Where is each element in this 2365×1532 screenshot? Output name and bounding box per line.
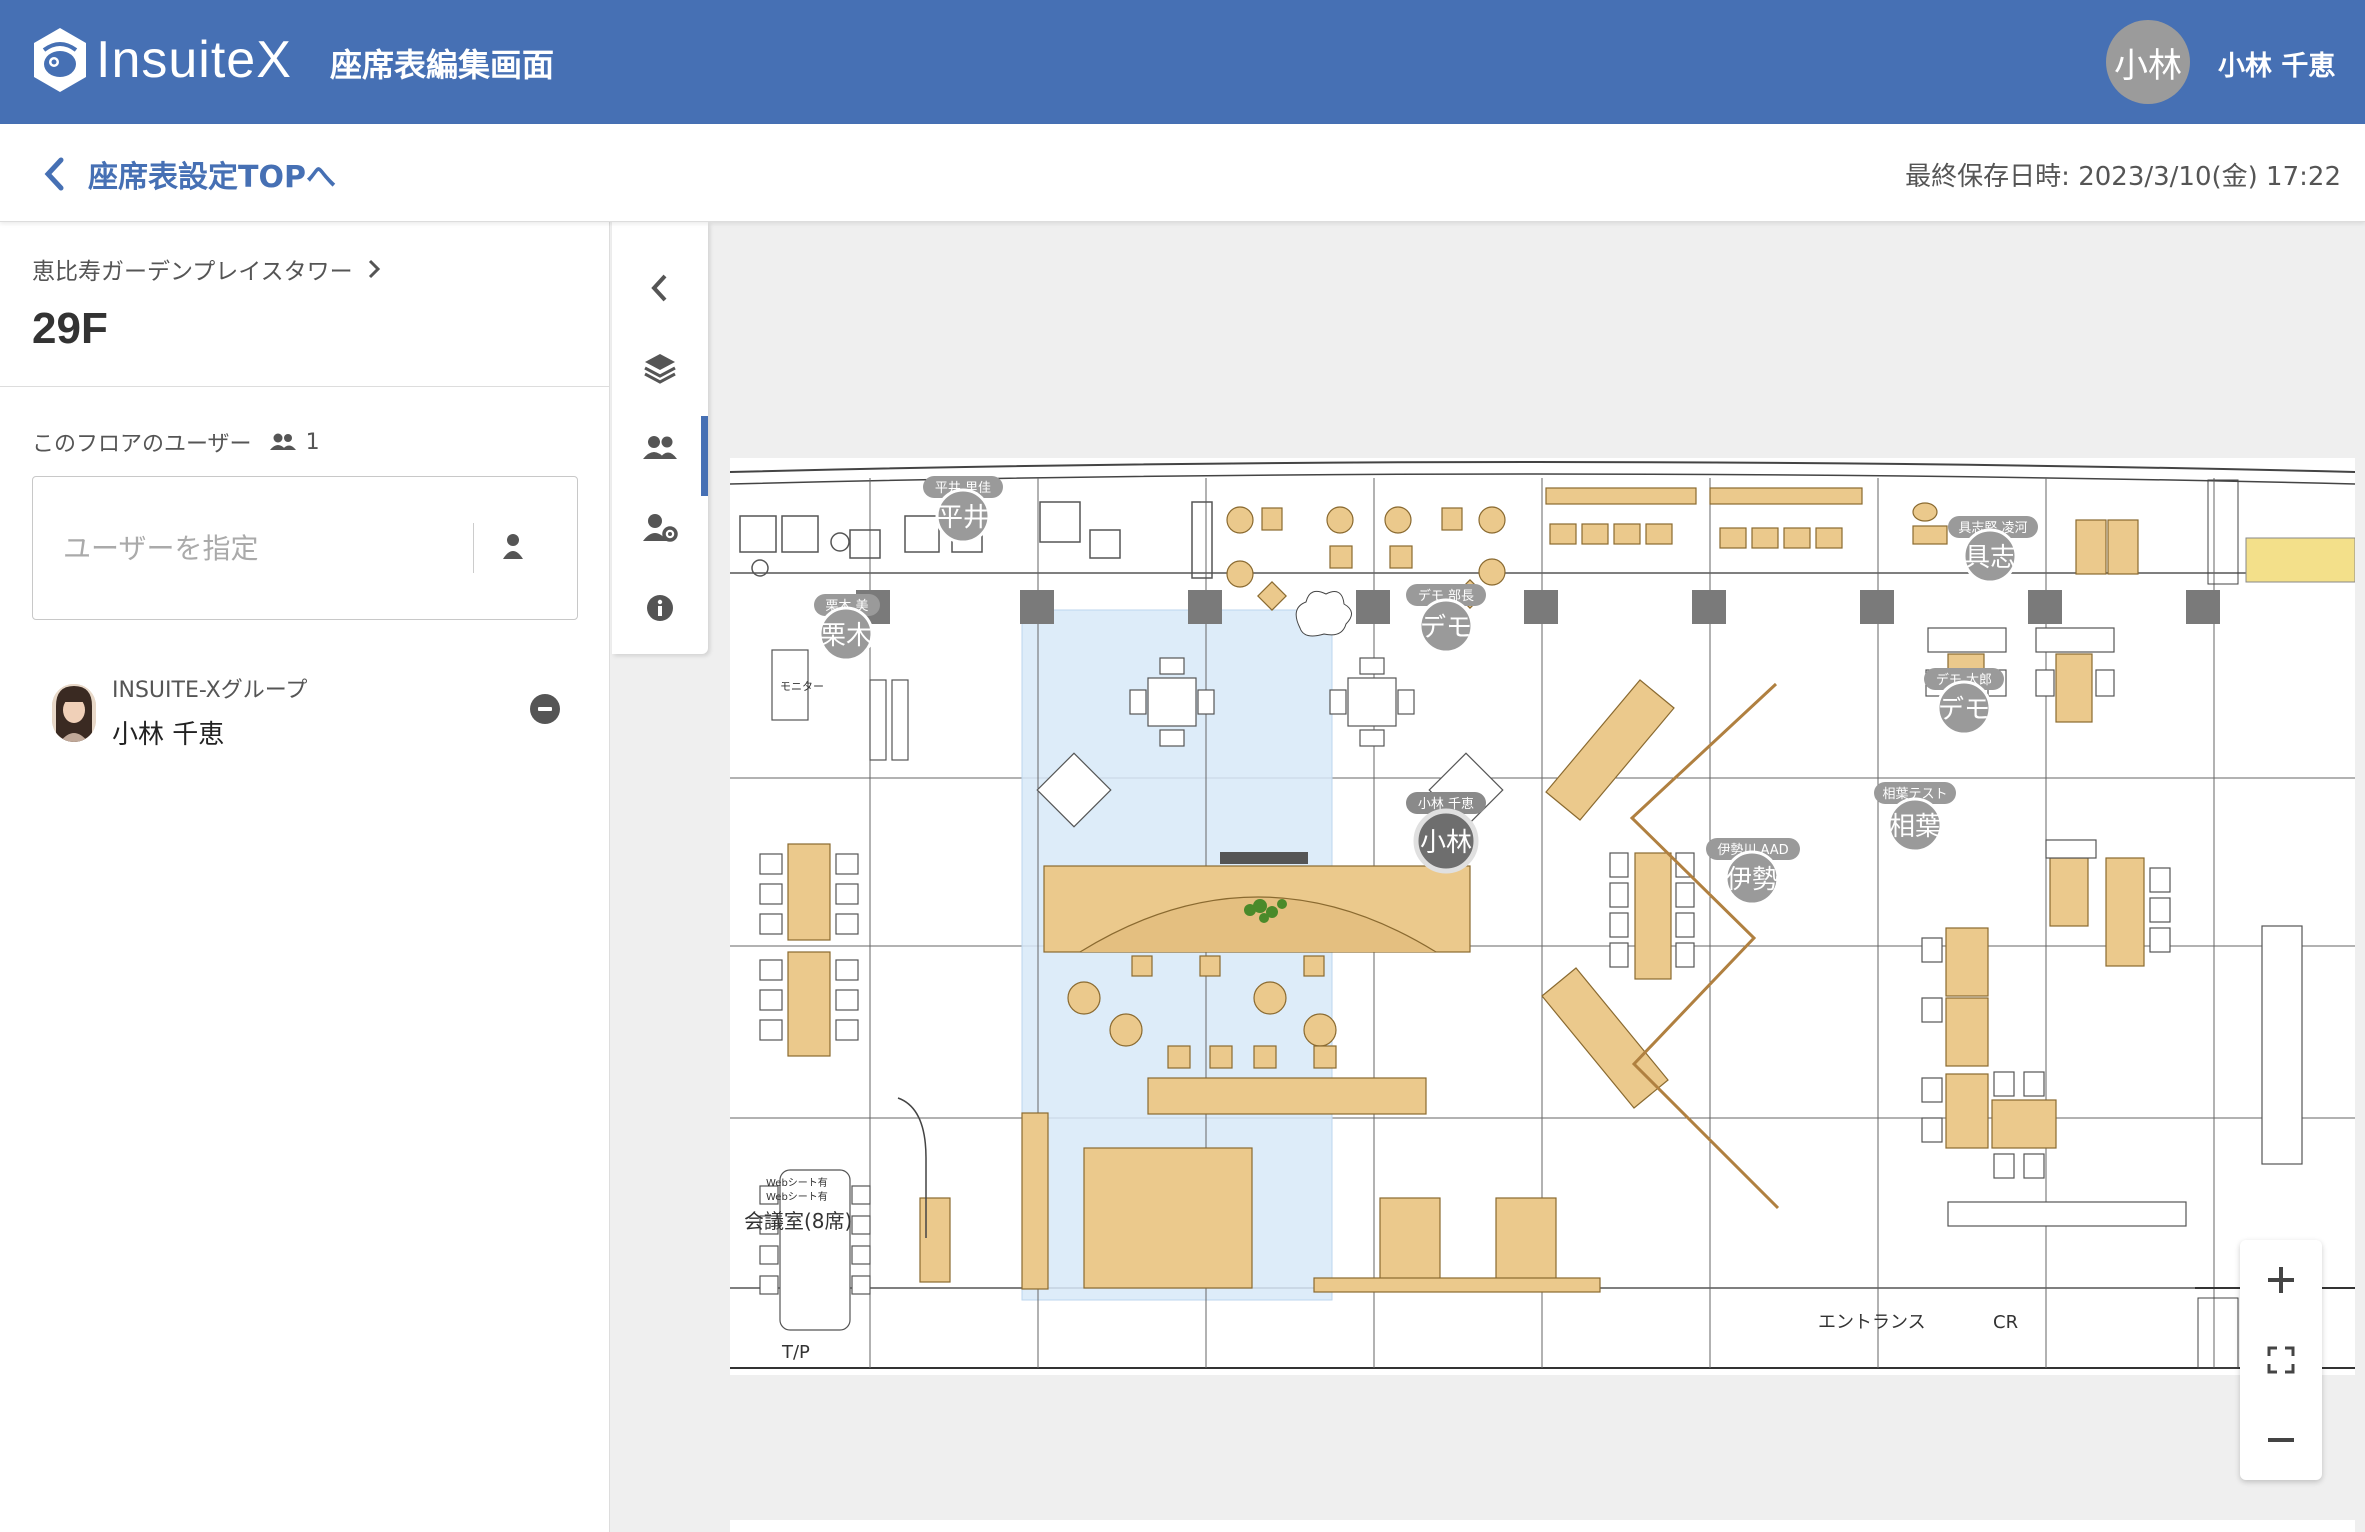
logo-text: InsuiteX (96, 31, 292, 89)
remove-user-button[interactable] (530, 694, 560, 724)
seat-pin[interactable]: 具志堅 凌河 具志 (1948, 516, 2038, 584)
app-header: InsuiteX 座席表編集画面 小林 小林 千恵 (0, 0, 2365, 124)
collapse-panel-button[interactable] (612, 256, 708, 320)
chevron-left-icon (44, 157, 64, 191)
minus-icon (538, 707, 552, 711)
user-name: 小林 千恵 (112, 720, 225, 750)
zoom-controls (2240, 1240, 2322, 1480)
floor-map[interactable]: 会議室(8席) エントランス T/P CR モニター Webシート有 Webシー… (730, 458, 2355, 1375)
user-settings-button[interactable] (612, 496, 708, 560)
divider (0, 386, 610, 387)
seat-pin[interactable]: 平井 里佳 平井 (923, 476, 1003, 544)
seat-pin-initial: 具志 (1964, 543, 2016, 573)
building-selector[interactable]: 恵比寿ガーデンプレイスタワー (32, 252, 381, 286)
seat-pin-initial: 相葉 (1889, 812, 1941, 842)
floor-users-count: 1 (305, 429, 320, 455)
list-item[interactable]: INSUITE-Xグループ 小林 千恵 (48, 666, 568, 766)
seat-pin[interactable]: デモ 太郎 デモ (1924, 668, 2004, 736)
tp-label: T/P (781, 1342, 810, 1363)
floor-users-header: このフロアのユーザー 1 (32, 426, 320, 458)
seat-pin-initial: 平井 (937, 503, 989, 533)
user-settings-icon (643, 514, 678, 542)
meeting-room-label: 会議室(8席) (744, 1209, 852, 1233)
zoom-in-button[interactable] (2240, 1240, 2322, 1320)
person-icon[interactable] (499, 531, 527, 561)
floor-users-label: このフロアのユーザー (32, 432, 252, 457)
users-icon (269, 433, 296, 450)
fit-screen-icon (2267, 1346, 2295, 1374)
map-bottom-edge (730, 1520, 2355, 1532)
last-saved-timestamp: 最終保存日時: 2023/3/10(金) 17:22 (1905, 162, 2341, 192)
users-icon (643, 436, 677, 459)
web-seat-label: Webシート有 (766, 1176, 828, 1189)
back-to-top-link[interactable]: 座席表設定TOPへ (44, 152, 336, 196)
back-link-label: 座席表設定TOPへ (88, 160, 336, 195)
user-search-input[interactable] (63, 523, 463, 573)
map-toolbar (612, 222, 708, 654)
minus-icon (2268, 1438, 2294, 1442)
building-name: 恵比寿ガーデンプレイスタワー (32, 259, 353, 285)
chevron-right-icon (368, 259, 380, 279)
seat-pin[interactable]: デモ 部長 デモ (1406, 584, 1486, 654)
cr-label: CR (1993, 1312, 2018, 1333)
zoom-out-button[interactable] (2240, 1400, 2322, 1480)
seat-pin-initial: 伊勢 (1726, 865, 1778, 895)
layers-icon (644, 354, 676, 384)
info-icon (647, 595, 673, 621)
seat-pin[interactable]: 伊勢川 AAD 伊勢 (1706, 838, 1800, 906)
users-panel-button[interactable] (612, 416, 708, 496)
plus-icon (2268, 1267, 2294, 1293)
left-panel: 恵比寿ガーデンプレイスタワー 29F このフロアのユーザー 1 INSUITE- (0, 222, 610, 1532)
seat-pin-initial: 栗木 (820, 621, 872, 651)
seat-pin[interactable]: 栗木 美 栗木 (814, 594, 880, 662)
user-group: INSUITE-Xグループ (112, 678, 308, 703)
floor-name: 29F (32, 304, 108, 353)
seat-pin-selected[interactable]: 小林 千恵 小林 (1406, 792, 1486, 874)
insuitex-logo-icon (34, 28, 86, 92)
user-photo (52, 684, 96, 742)
chevron-left-icon (651, 274, 667, 302)
user-select-field[interactable] (32, 476, 578, 620)
app-logo[interactable]: InsuiteX (30, 26, 292, 94)
web-seat-label: Webシート有 (766, 1190, 828, 1203)
header-user-name[interactable]: 小林 千恵 (2218, 44, 2335, 83)
monitor-label: モニター (780, 680, 824, 693)
user-avatar[interactable]: 小林 (2106, 20, 2190, 104)
input-separator (473, 523, 474, 573)
layers-button[interactable] (612, 336, 708, 400)
floor-plan[interactable]: 会議室(8席) エントランス T/P CR モニター Webシート有 Webシー… (730, 458, 2355, 1375)
entrance-label: エントランス (1818, 1312, 1926, 1333)
sub-header: 座席表設定TOPへ 最終保存日時: 2023/3/10(金) 17:22 (0, 124, 2365, 222)
seat-pin[interactable]: 相葉テスト 相葉 (1874, 782, 1956, 853)
seat-pin-initial: デモ (1938, 695, 1990, 725)
fit-screen-button[interactable] (2240, 1320, 2322, 1400)
page-title: 座席表編集画面 (330, 46, 555, 84)
seat-pin-initial: デモ (1420, 613, 1472, 643)
seat-pin-initial: 小林 (1420, 828, 1472, 858)
info-button[interactable] (612, 576, 708, 640)
